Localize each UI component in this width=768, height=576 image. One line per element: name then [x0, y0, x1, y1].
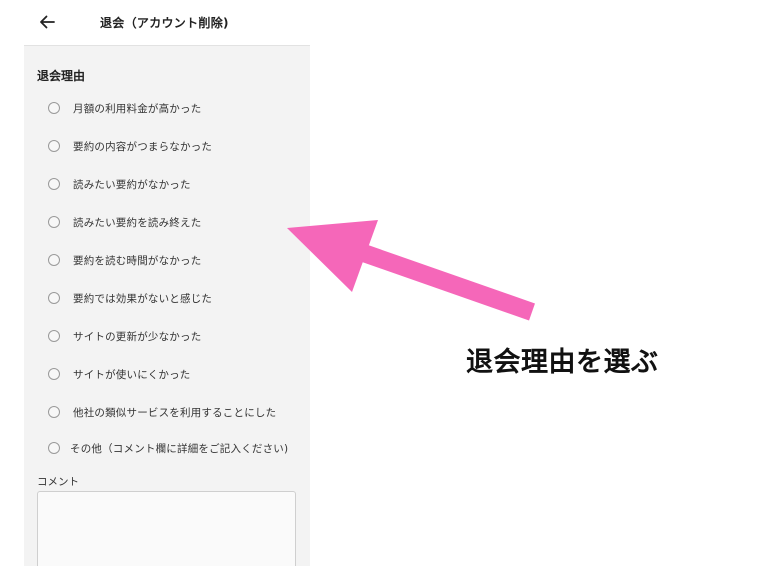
comment-label: コメント	[37, 476, 79, 488]
app-header: 退会（アカウント削除)	[24, 0, 310, 46]
reason-option-4[interactable]: 読みたい要約を読み終えた	[48, 212, 201, 232]
reason-option-9[interactable]: 他社の類似サービスを利用することにした	[48, 402, 276, 422]
bottom-edge	[24, 566, 310, 576]
reason-option-label: 月額の利用料金が高かった	[73, 102, 202, 115]
back-button[interactable]	[35, 10, 59, 34]
radio-button[interactable]	[48, 406, 60, 418]
page-title: 退会（アカウント削除)	[100, 16, 229, 30]
reason-option-1[interactable]: 月額の利用料金が高かった	[48, 98, 201, 118]
comment-textarea[interactable]	[37, 491, 296, 576]
reason-option-label: 読みたい要約を読み終えた	[73, 216, 202, 229]
reason-option-label: 読みたい要約がなかった	[73, 178, 191, 191]
reason-section-label: 退会理由	[37, 69, 86, 83]
radio-button[interactable]	[48, 254, 60, 266]
radio-button[interactable]	[48, 292, 60, 304]
screenshot-canvas: 退会（アカウント削除) 退会理由 月額の利用料金が高かった 要約の内容がつまらな…	[0, 0, 768, 576]
reason-option-8[interactable]: サイトが使いにくかった	[48, 364, 191, 384]
radio-button[interactable]	[48, 216, 60, 228]
reason-option-5[interactable]: 要約を読む時間がなかった	[48, 250, 201, 270]
reason-option-label: 要約の内容がつまらなかった	[73, 140, 213, 153]
reason-option-label: その他（コメント欄に詳細をご記入ください)	[70, 442, 289, 455]
reason-option-label: 他社の類似サービスを利用することにした	[73, 406, 277, 419]
annotation-caption: 退会理由を選ぶ	[466, 347, 659, 378]
radio-button[interactable]	[48, 102, 60, 114]
radio-button[interactable]	[48, 442, 60, 454]
radio-button[interactable]	[48, 140, 60, 152]
reason-option-label: サイトの更新が少なかった	[73, 330, 202, 343]
reason-option-label: 要約では効果がないと感じた	[73, 292, 213, 305]
reason-option-3[interactable]: 読みたい要約がなかった	[48, 174, 191, 194]
phone-screen: 退会（アカウント削除) 退会理由 月額の利用料金が高かった 要約の内容がつまらな…	[24, 0, 310, 576]
reason-option-2[interactable]: 要約の内容がつまらなかった	[48, 136, 212, 156]
reason-option-7[interactable]: サイトの更新が少なかった	[48, 326, 201, 346]
radio-button[interactable]	[48, 368, 60, 380]
reason-option-label: 要約を読む時間がなかった	[73, 254, 202, 267]
radio-button[interactable]	[48, 178, 60, 190]
reason-option-6[interactable]: 要約では効果がないと感じた	[48, 288, 212, 308]
arrow-left-icon	[40, 15, 55, 29]
reason-option-label: サイトが使いにくかった	[73, 368, 191, 381]
reason-option-10[interactable]: その他（コメント欄に詳細をご記入ください)	[48, 438, 288, 458]
withdrawal-form: 退会理由 月額の利用料金が高かった 要約の内容がつまらなかった 読みたい要約がな…	[24, 46, 310, 576]
radio-button[interactable]	[48, 330, 60, 342]
